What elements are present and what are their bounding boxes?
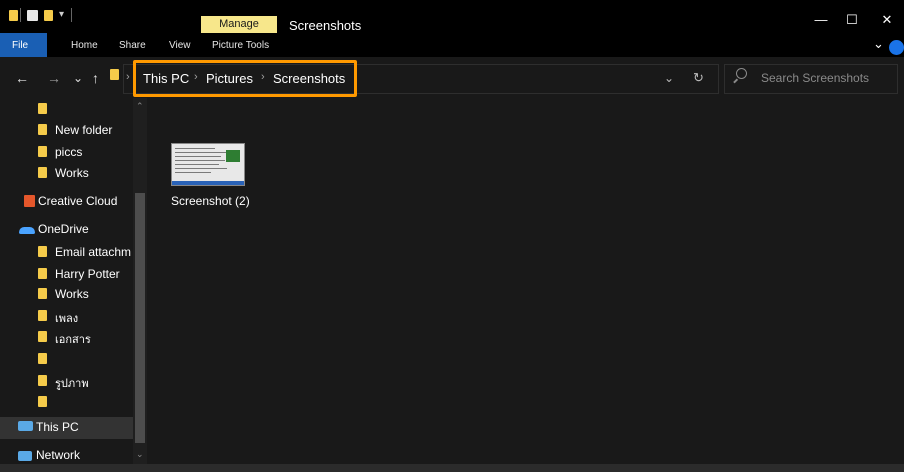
screenshot-thumbnail[interactable] bbox=[171, 143, 245, 186]
file-list bbox=[147, 98, 904, 472]
breadcrumb-highlight bbox=[133, 60, 357, 97]
sidebar-item-works-onedrive[interactable]: Works bbox=[55, 287, 89, 301]
customize-quick-access-icon[interactable]: ▾ bbox=[59, 9, 64, 20]
sidebar-item-new-folder[interactable]: New folder bbox=[55, 123, 112, 137]
divider bbox=[20, 8, 21, 22]
title-bar bbox=[0, 0, 904, 33]
tab-file-label: File bbox=[12, 40, 29, 51]
file-name-label[interactable]: Screenshot (2) bbox=[171, 194, 250, 208]
manage-tab[interactable]: Manage bbox=[201, 16, 277, 33]
sidebar-item-harry-potter[interactable]: Harry Potter bbox=[55, 267, 120, 281]
sidebar-item-creative-cloud[interactable]: Creative Cloud bbox=[38, 194, 117, 208]
close-button[interactable]: ✕ bbox=[872, 12, 902, 28]
onedrive-icon bbox=[19, 227, 35, 234]
window-title: Screenshots bbox=[289, 18, 362, 33]
scroll-up-arrow-icon[interactable]: ⌃ bbox=[136, 101, 144, 112]
divider bbox=[71, 8, 72, 22]
folder-icon bbox=[38, 268, 47, 279]
new-folder-icon[interactable] bbox=[44, 10, 53, 21]
thumb-line bbox=[175, 164, 219, 165]
properties-icon[interactable] bbox=[27, 10, 38, 21]
creative-cloud-icon bbox=[24, 195, 35, 207]
sidebar-item-email-attachments[interactable]: Email attachm bbox=[55, 245, 133, 259]
up-button[interactable]: ↑ bbox=[92, 70, 99, 86]
network-icon bbox=[18, 451, 32, 461]
thumb-line bbox=[175, 172, 211, 173]
thumb-line bbox=[175, 152, 227, 153]
sidebar-item-network[interactable]: Network bbox=[36, 448, 80, 462]
sidebar-item-this-pc[interactable]: This PC bbox=[36, 420, 79, 434]
sidebar-item-piccs[interactable]: piccs bbox=[55, 145, 82, 159]
folder-icon bbox=[38, 310, 47, 321]
thumb-line bbox=[175, 148, 215, 149]
sidebar-item-documents[interactable]: เอกสาร bbox=[55, 330, 91, 348]
tab-home[interactable]: Home bbox=[71, 40, 98, 51]
forward-button[interactable]: → bbox=[47, 70, 61, 86]
thumb-line bbox=[175, 160, 225, 161]
status-bar bbox=[0, 464, 904, 472]
thumb-image-block bbox=[226, 150, 240, 162]
sidebar-item-music[interactable]: เพลง bbox=[55, 309, 78, 327]
tab-picture-tools[interactable]: Picture Tools bbox=[212, 40, 269, 51]
help-icon[interactable] bbox=[889, 40, 904, 55]
this-pc-icon bbox=[18, 421, 33, 431]
ribbon-expand-icon[interactable]: ⌄ bbox=[873, 36, 884, 52]
breadcrumb-separator: › bbox=[126, 71, 130, 83]
sidebar-item-onedrive[interactable]: OneDrive bbox=[38, 222, 89, 236]
recent-locations-button[interactable]: ⌄ bbox=[73, 71, 83, 85]
folder-icon bbox=[38, 167, 47, 178]
sidebar-scroll-thumb[interactable] bbox=[135, 193, 145, 443]
sidebar-item-works[interactable]: Works bbox=[55, 166, 89, 180]
address-folder-icon bbox=[110, 69, 119, 80]
folder-icon bbox=[38, 146, 47, 157]
folder-icon bbox=[38, 375, 47, 386]
thumb-line bbox=[175, 168, 227, 169]
maximize-button[interactable]: ☐ bbox=[837, 12, 867, 28]
sidebar-item-pictures[interactable]: รูปภาพ bbox=[55, 374, 89, 392]
folder-icon bbox=[38, 353, 47, 364]
search-input[interactable]: Search Screenshots bbox=[761, 71, 869, 85]
folder-icon bbox=[9, 10, 18, 21]
back-button[interactable]: ← bbox=[15, 70, 29, 86]
folder-icon bbox=[38, 246, 47, 257]
tab-share[interactable]: Share bbox=[119, 40, 146, 51]
scroll-down-arrow-icon[interactable]: ⌄ bbox=[136, 449, 144, 460]
thumb-taskbar bbox=[172, 181, 244, 185]
folder-icon bbox=[38, 103, 47, 114]
refresh-button[interactable]: ↻ bbox=[693, 70, 704, 86]
tab-file[interactable]: File bbox=[0, 33, 47, 57]
folder-icon bbox=[38, 124, 47, 135]
folder-icon bbox=[38, 331, 47, 342]
thumb-line bbox=[175, 156, 221, 157]
folder-icon bbox=[38, 288, 47, 299]
search-icon bbox=[736, 68, 747, 79]
minimize-button[interactable]: — bbox=[806, 12, 836, 27]
tab-view[interactable]: View bbox=[169, 40, 191, 51]
folder-icon bbox=[38, 396, 47, 407]
address-dropdown-button[interactable]: ⌄ bbox=[664, 71, 674, 85]
